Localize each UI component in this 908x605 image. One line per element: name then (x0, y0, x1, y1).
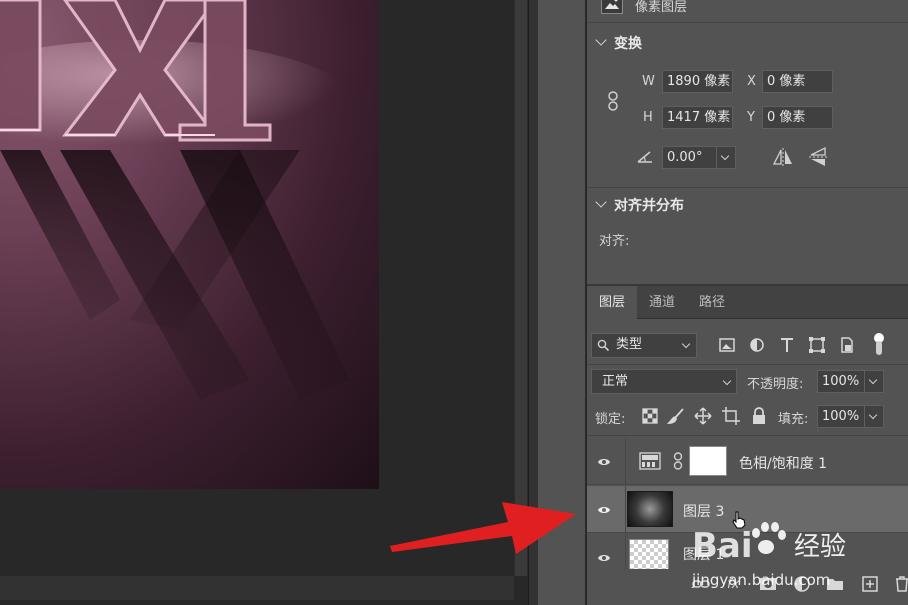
divider (587, 435, 908, 436)
filter-toggle[interactable] (874, 333, 884, 357)
angle-dropdown-button[interactable] (716, 146, 736, 169)
chevron-down-icon[interactable] (595, 196, 607, 208)
angle-icon (637, 151, 652, 163)
eye-icon[interactable] (597, 503, 611, 517)
tab-layers[interactable]: 图层 (587, 286, 637, 319)
eye-icon[interactable] (597, 455, 611, 469)
transform-section-title[interactable]: 变换 (614, 33, 642, 53)
horizontal-scrollbar[interactable] (0, 576, 514, 600)
watermark-brand: Bai (692, 526, 753, 566)
blend-mode-select[interactable]: 正常 (591, 369, 737, 394)
height-field[interactable]: 1417 像素 (662, 106, 733, 129)
divider (625, 438, 626, 485)
canvas-artwork (0, 0, 360, 400)
lock-artboard-icon[interactable] (722, 407, 740, 425)
lock-paint-icon[interactable] (667, 407, 685, 425)
flip-horizontal-icon[interactable] (772, 148, 794, 166)
baidu-jingyan-watermark: Bai 经验 jingyan.baidu.com (691, 522, 846, 589)
opacity-label: 不透明度: (747, 377, 804, 392)
lock-move-icon[interactable] (694, 407, 712, 425)
properties-panel: 像素图层 变换 W 1890 像素 X 0 像素 H 1417 像素 Y 0 像… (587, 0, 908, 284)
divider (587, 364, 908, 365)
vertical-scroll-thumb[interactable] (515, 0, 527, 576)
layer-type-label: 像素图层 (635, 0, 688, 15)
watermark-product: 经验 (794, 532, 846, 562)
red-arrow-annotation (390, 502, 576, 554)
lock-all-icon[interactable] (750, 407, 768, 425)
layer-row[interactable]: 色相/饱和度 1 (587, 438, 908, 485)
opacity-dropdown-button[interactable] (864, 370, 884, 393)
adjustment-layer-icon (639, 452, 661, 470)
layers-panel-tabs: 图层 通道 路径 (587, 286, 908, 319)
shape-filter-icon[interactable] (808, 336, 826, 354)
watermark-url: jingyan.baidu.com (691, 571, 830, 589)
divider (587, 187, 908, 188)
x-label: X (747, 74, 756, 89)
adjustment-filter-icon[interactable] (748, 336, 766, 354)
fill-dropdown-button[interactable] (864, 405, 884, 428)
chain-icon[interactable] (673, 452, 683, 470)
align-label: 对齐: (599, 234, 630, 249)
layer-mask-thumbnail[interactable] (689, 446, 727, 476)
layer-thumbnail[interactable] (629, 539, 669, 571)
link-icon[interactable] (607, 91, 619, 111)
eye-icon[interactable] (597, 551, 611, 565)
lock-label: 锁定: (595, 412, 626, 427)
search-icon (597, 339, 610, 352)
chevron-down-icon[interactable] (595, 34, 607, 46)
lock-transparent-icon[interactable] (641, 407, 659, 425)
tab-channels[interactable]: 通道 (637, 286, 687, 319)
fill-label: 填充: (778, 412, 809, 427)
tab-paths[interactable]: 路径 (687, 286, 737, 319)
angle-field[interactable]: 0.00° (662, 146, 717, 169)
divider (625, 486, 626, 533)
fill-field[interactable]: 100% (817, 405, 865, 428)
y-field[interactable]: 0 像素 (762, 106, 833, 129)
divider (587, 22, 908, 23)
image-filter-icon[interactable] (718, 336, 736, 354)
align-section-title[interactable]: 对齐并分布 (614, 195, 684, 215)
layer-filter-value: 类型 (616, 337, 643, 352)
x-field[interactable]: 0 像素 (762, 70, 833, 93)
pixel-layer-icon (601, 0, 623, 14)
flip-vertical-icon[interactable] (809, 146, 827, 168)
smartobject-filter-icon[interactable] (838, 336, 856, 354)
width-label: W (642, 74, 655, 89)
width-field[interactable]: 1890 像素 (662, 70, 733, 93)
paw-icon (752, 522, 786, 554)
text-filter-icon[interactable] (778, 336, 796, 354)
opacity-field[interactable]: 100% (817, 370, 865, 393)
height-label: H (643, 110, 653, 125)
trash-icon[interactable] (893, 575, 908, 593)
canvas-image[interactable] (0, 0, 379, 489)
layer-name[interactable]: 色相/饱和度 1 (739, 453, 827, 473)
layer-thumbnail[interactable] (627, 491, 673, 527)
y-label: Y (747, 110, 755, 125)
